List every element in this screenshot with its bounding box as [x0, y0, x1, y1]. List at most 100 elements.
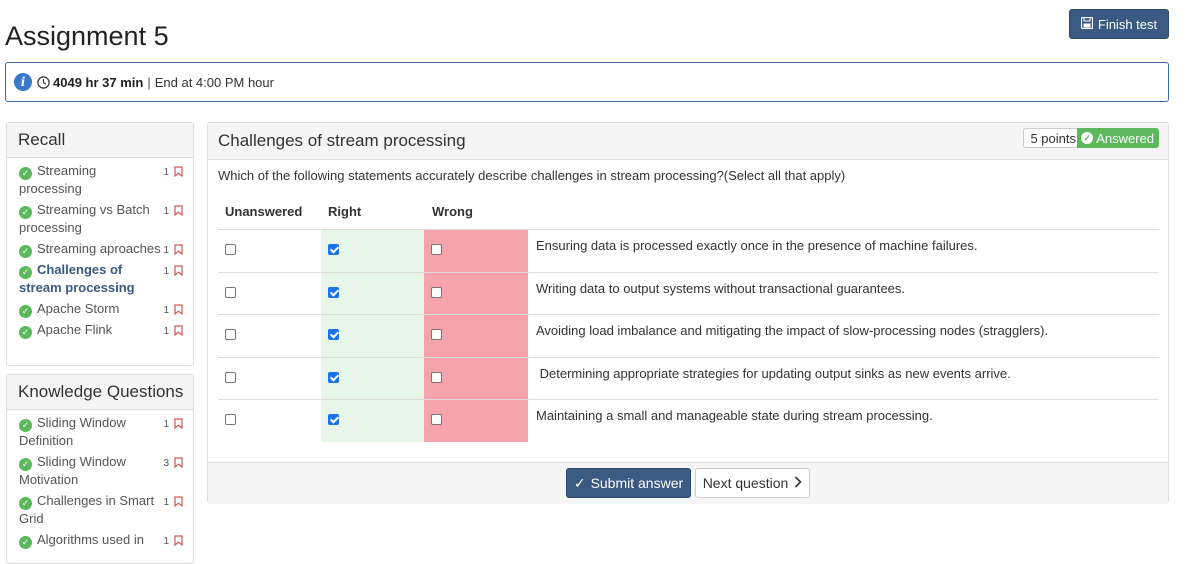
question-panel: Challenges of stream processing 5 points…: [207, 122, 1169, 504]
recall-item-label: Streaming processing: [19, 163, 97, 196]
checkbox-right[interactable]: [328, 371, 339, 383]
knowledge-item[interactable]: ✓ Challenges in Smart Grid 1: [7, 492, 193, 528]
option-row: Avoiding load imbalance and mitigating t…: [218, 314, 1159, 357]
recall-item-label: Streaming aproaches: [37, 241, 161, 256]
option-row: Writing data to output systems without t…: [218, 271, 1159, 315]
answered-label: Answered: [1096, 130, 1154, 146]
recall-list: ✓ Streaming processing 1 ✓ Streaming vs Batc…: [7, 158, 193, 339]
check-circle-icon: ✓: [19, 497, 32, 510]
bookmark-icon[interactable]: [174, 263, 183, 281]
checkbox-wrong[interactable]: [431, 286, 442, 298]
checkbox-unanswered[interactable]: [225, 371, 236, 383]
option-row: Maintaining a small and manageable state…: [218, 399, 1159, 442]
check-circle-icon: ✓: [19, 167, 32, 180]
bookmark-icon[interactable]: [174, 455, 183, 473]
option-text: Writing data to output systems without t…: [536, 280, 906, 296]
bookmark-icon[interactable]: [174, 323, 183, 341]
timer-separator: |: [147, 74, 151, 90]
checkbox-unanswered[interactable]: [225, 329, 236, 340]
checkbox-wrong[interactable]: [431, 414, 442, 425]
bookmark-icon[interactable]: [174, 242, 183, 260]
recall-item[interactable]: ✓ Streaming vs Batch processing 1: [7, 201, 193, 237]
bookmark-icon[interactable]: [174, 203, 183, 221]
recall-item-count: 1: [163, 305, 169, 316]
knowledge-item-count: 1: [163, 497, 169, 508]
recall-item-count: 1: [163, 245, 169, 256]
knowledge-item-label: Challenges in Smart Grid: [19, 493, 155, 526]
recall-item[interactable]: ✓ Streaming processing 1: [7, 162, 193, 198]
recall-item-count: 1: [163, 167, 169, 178]
knowledge-item-label: Algorithms used in: [37, 532, 144, 547]
info-icon: i: [14, 73, 32, 91]
answered-badge: ✓ Answered: [1077, 128, 1159, 148]
checkbox-right[interactable]: [328, 329, 339, 340]
bookmark-icon[interactable]: [174, 416, 183, 434]
question-header: Challenges of stream processing 5 points…: [208, 123, 1168, 160]
submit-answer-button[interactable]: ✓ Submit answer: [566, 468, 691, 498]
checkbox-unanswered[interactable]: [225, 286, 236, 298]
option-cell-right: [321, 315, 424, 357]
recall-item-count: 1: [163, 206, 169, 217]
page-title: Assignment 5: [5, 21, 169, 52]
recall-title: Recall: [7, 123, 193, 158]
checkbox-right[interactable]: [328, 286, 339, 298]
knowledge-item-count: 1: [163, 536, 169, 547]
checkbox-right[interactable]: [328, 244, 339, 255]
recall-item[interactable]: ✓ Apache Storm 1: [7, 300, 193, 318]
check-circle-icon: ✓: [19, 305, 32, 318]
clock-icon: [37, 75, 50, 89]
option-cell-wrong: [424, 315, 528, 357]
recall-item[interactable]: ✓ Challenges of stream processing 1: [7, 261, 193, 297]
knowledge-item-label: Sliding Window Definition: [19, 415, 126, 448]
checkbox-wrong[interactable]: [431, 329, 442, 340]
option-text: Ensuring data is processed exactly once …: [536, 238, 978, 253]
check-circle-icon: ✓: [19, 536, 32, 549]
finish-test-button[interactable]: Finish test: [1069, 9, 1169, 39]
recall-item-label: Streaming vs Batch processing: [19, 202, 150, 235]
option-cell-right: [321, 357, 424, 400]
option-cell-wrong: [424, 272, 528, 315]
chevron-right-icon: [794, 475, 802, 491]
points-badge: 5 points: [1023, 128, 1083, 148]
question-footer: ✓ Submit answer Next question: [208, 462, 1168, 504]
bookmark-icon[interactable]: [174, 533, 183, 551]
knowledge-list: ✓ Sliding Window Definition 1 ✓ Sliding Wind…: [7, 410, 193, 549]
option-cell-wrong: [424, 400, 528, 442]
recall-item[interactable]: ✓ Apache Flink 1: [7, 321, 193, 339]
column-right: Right: [328, 204, 362, 219]
check-circle-icon: ✓: [19, 419, 32, 432]
check-circle-icon: ✓: [19, 458, 32, 471]
checkbox-wrong[interactable]: [431, 244, 442, 255]
bookmark-icon[interactable]: [174, 302, 183, 320]
recall-item-count: 1: [163, 326, 169, 337]
recall-item-count: 1: [163, 266, 169, 277]
option-row: Determining appropriate strategies for u…: [218, 356, 1159, 400]
option-text: Avoiding load imbalance and mitigating t…: [536, 323, 1049, 338]
checkbox-right[interactable]: [328, 414, 339, 425]
knowledge-panel: Knowledge Questions ✓ Sliding Window Defi…: [6, 374, 194, 564]
checkbox-wrong[interactable]: [431, 371, 442, 383]
knowledge-item[interactable]: ✓ Sliding Window Definition 1: [7, 414, 193, 450]
next-question-label: Next question: [702, 475, 789, 491]
option-cell-right: [321, 272, 424, 315]
checkbox-unanswered[interactable]: [225, 244, 236, 255]
option-cell-wrong: [424, 230, 528, 272]
option-cell-wrong: [424, 357, 528, 400]
timer-info-bar: i 4049 hr 37 min | End at 4:00 PM hour: [5, 62, 1169, 102]
recall-item-label: Apache Flink: [37, 322, 113, 337]
bookmark-icon[interactable]: [174, 494, 183, 512]
save-icon: [1080, 16, 1093, 32]
question-title: Challenges of stream processing: [218, 131, 466, 150]
submit-answer-label: Submit answer: [590, 475, 684, 491]
option-cell-right: [321, 230, 424, 272]
knowledge-item[interactable]: ✓ Sliding Window Motivation 3: [7, 453, 193, 489]
check-circle-icon: ✓: [19, 326, 32, 339]
bookmark-icon[interactable]: [174, 164, 183, 182]
check-circle-icon: ✓: [19, 245, 32, 258]
option-text: Maintaining a small and manageable state…: [536, 408, 933, 423]
next-question-button[interactable]: Next question: [695, 468, 810, 498]
recall-item[interactable]: ✓ Streaming aproaches 1: [7, 240, 193, 258]
knowledge-item[interactable]: ✓ Algorithms used in 1: [7, 531, 193, 549]
recall-item-label: Challenges of stream processing: [19, 262, 135, 295]
checkbox-unanswered[interactable]: [225, 414, 236, 425]
